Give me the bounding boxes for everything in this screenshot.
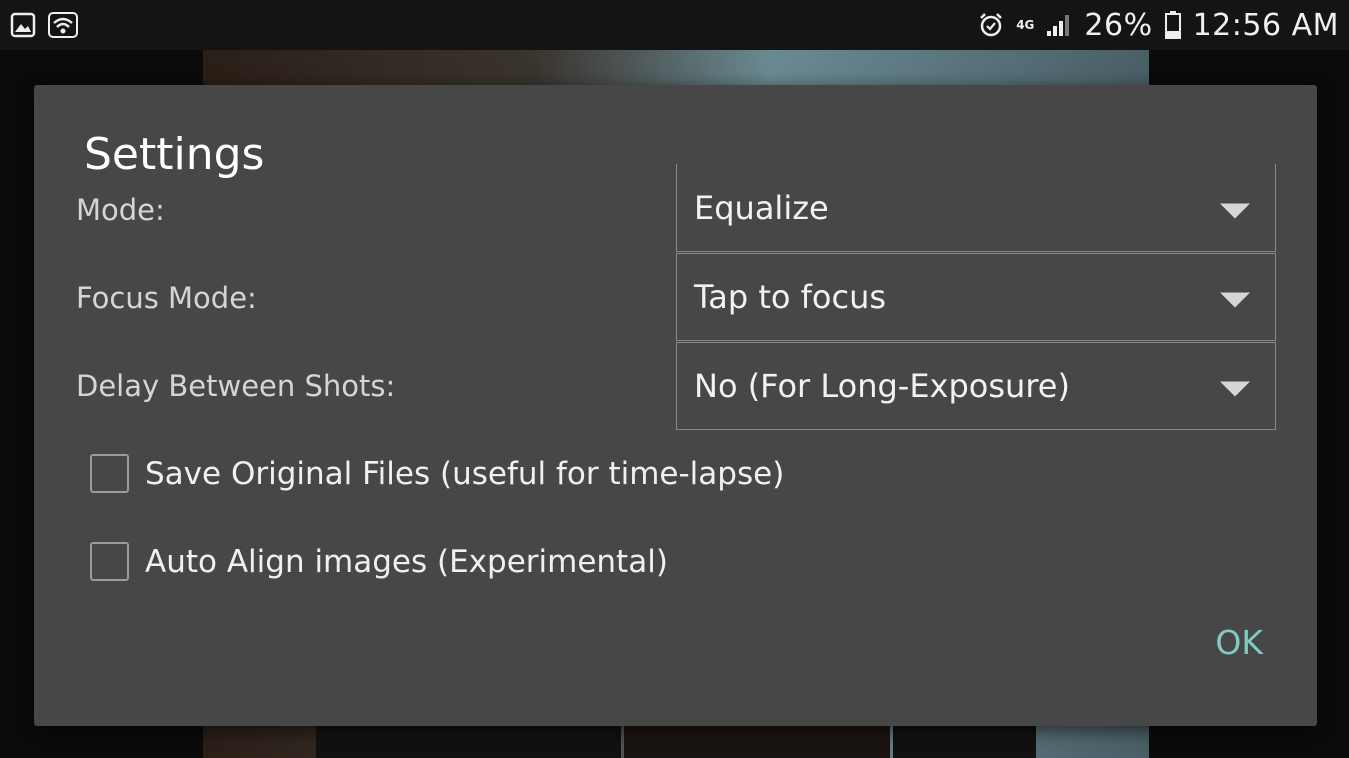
ok-button[interactable]: OK [1215,623,1263,662]
delay-select-value: No (For Long-Exposure) [694,367,1070,405]
delay-between-shots-select[interactable]: No (For Long-Exposure) [676,342,1276,430]
status-bar-left [10,12,78,38]
thumbnail-strip [893,722,1036,758]
dropdown-arrow-icon [1220,381,1250,397]
auto-align-checkbox[interactable] [90,542,129,581]
settings-dialog: Settings Mode: Equalize Focus Mode: Tap … [34,85,1317,726]
auto-align-option[interactable]: Auto Align images (Experimental) [90,542,668,581]
mode-select[interactable]: Equalize [676,164,1276,252]
focus-mode-label: Focus Mode: [76,281,257,315]
save-original-files-label[interactable]: Save Original Files (useful for time-lap… [145,456,784,492]
save-original-files-option[interactable]: Save Original Files (useful for time-lap… [90,454,784,493]
status-bar-right: 4G 26% 12:56 AM [978,8,1339,43]
delay-between-shots-label: Delay Between Shots: [76,369,396,403]
network-type: 4G [1016,18,1035,32]
dropdown-arrow-icon [1220,292,1250,308]
thumbnail-strip [316,722,621,758]
alarm-icon [978,12,1004,38]
thumbnail-strip [624,722,890,758]
save-original-files-checkbox[interactable] [90,454,129,493]
mode-select-value: Equalize [694,188,829,227]
wifi-icon [48,12,78,38]
mode-label: Mode: [76,193,165,227]
status-bar: 4G 26% 12:56 AM [0,0,1349,50]
battery-icon [1164,11,1181,39]
dropdown-arrow-icon [1220,203,1250,218]
gallery-icon [10,12,36,38]
dialog-title: Settings [84,129,265,180]
signal-icon [1046,13,1072,37]
auto-align-label[interactable]: Auto Align images (Experimental) [145,544,668,580]
focus-mode-select-value: Tap to focus [694,278,887,316]
focus-mode-select[interactable]: Tap to focus [676,253,1276,341]
clock: 12:56 AM [1192,7,1339,43]
battery-percent: 26% [1084,7,1153,43]
